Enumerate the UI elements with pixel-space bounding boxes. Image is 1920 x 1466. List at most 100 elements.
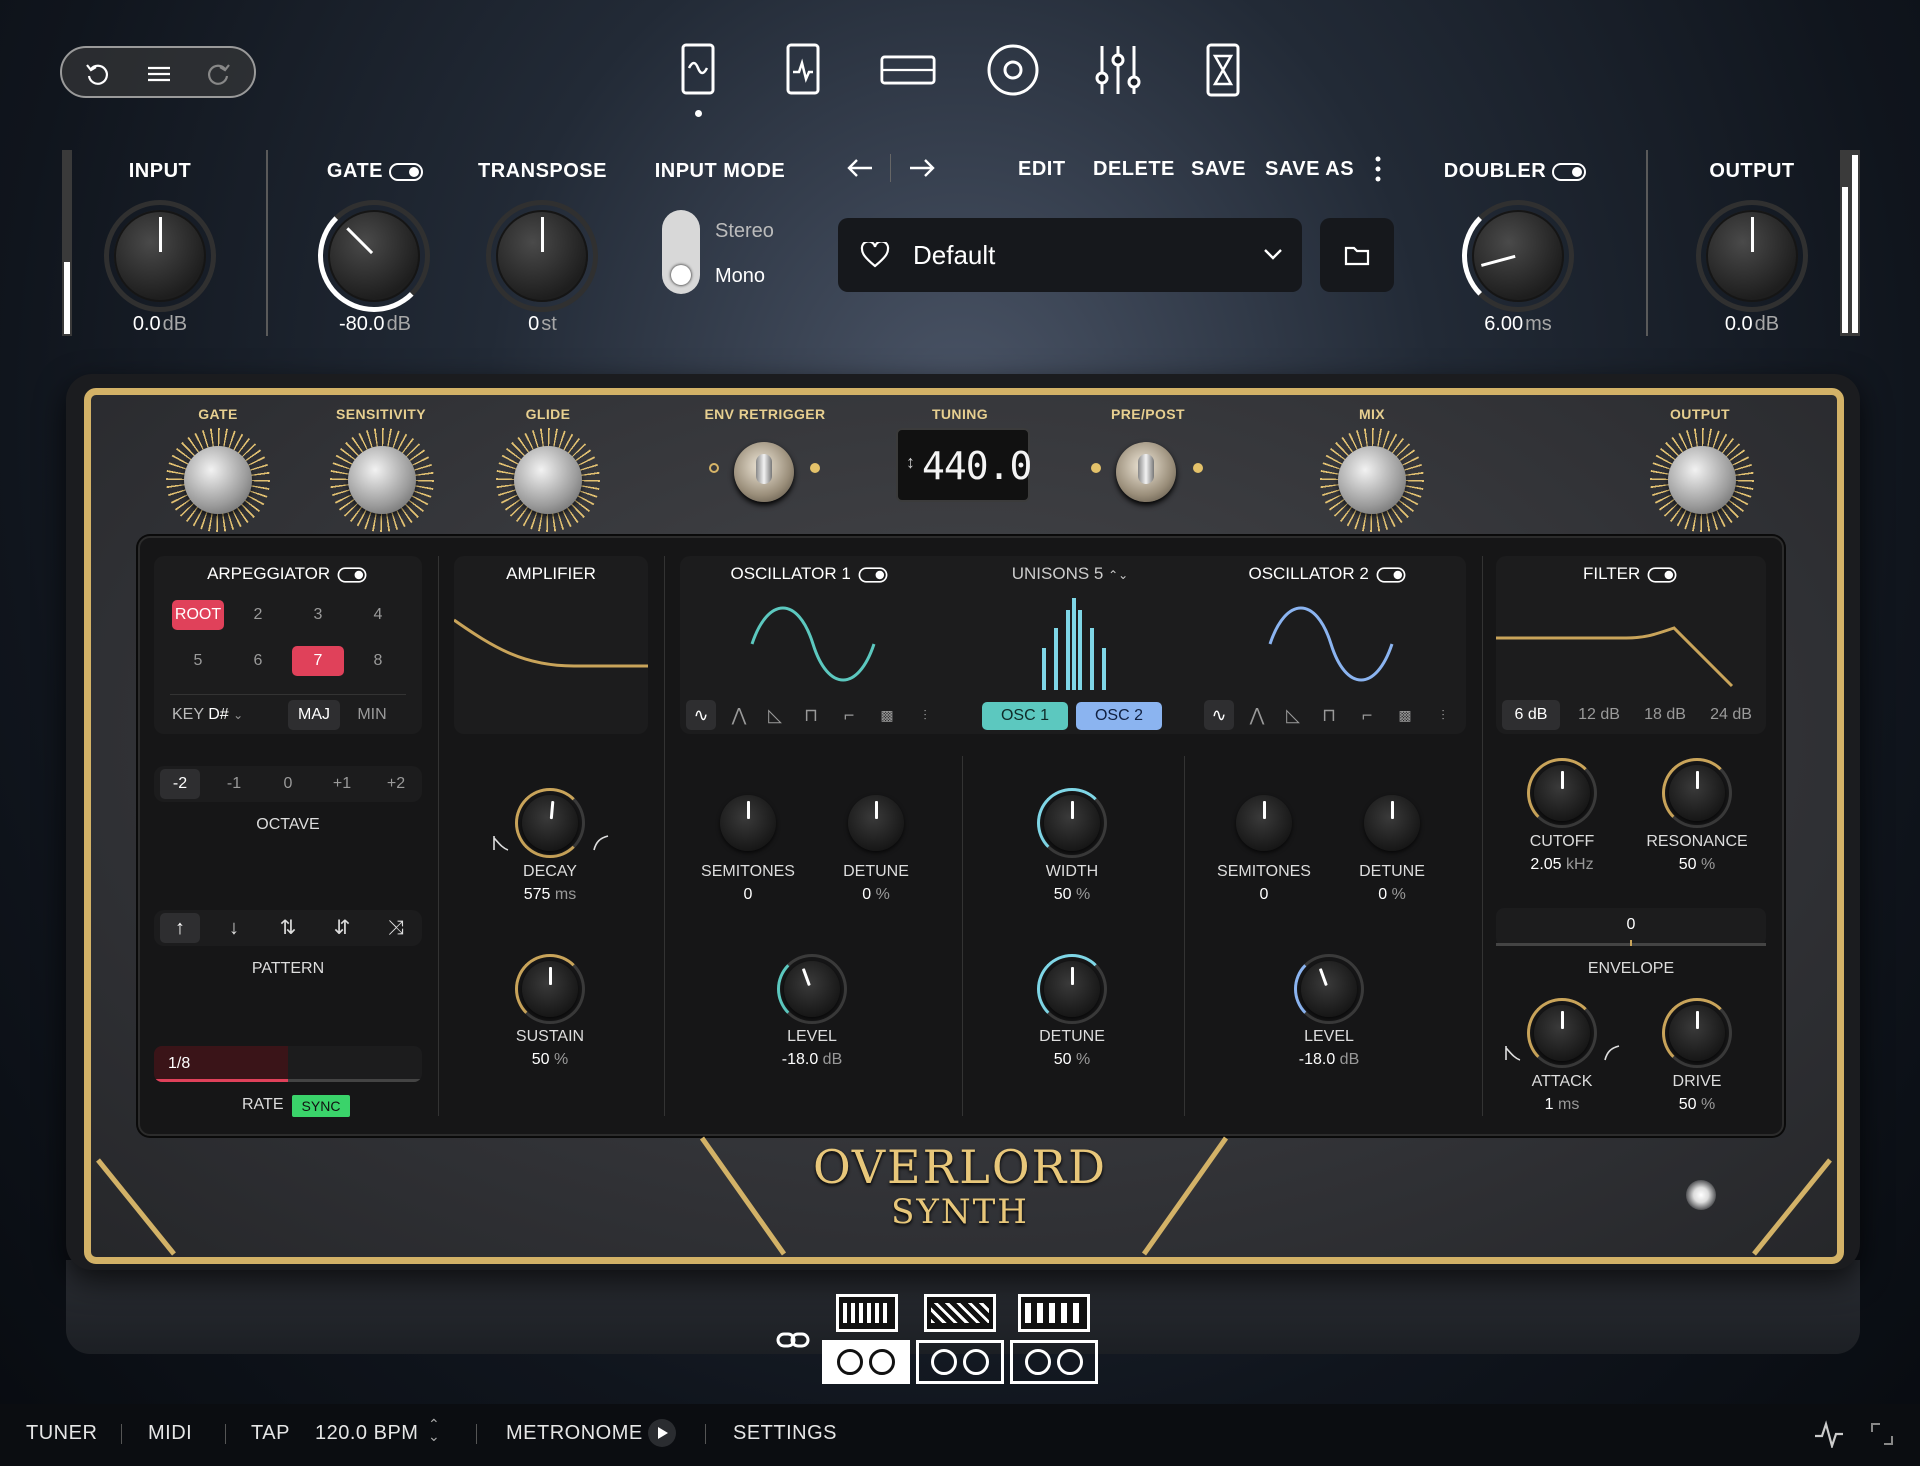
unison-tab-osc1[interactable]: OSC 1 [982, 702, 1068, 730]
settings-button[interactable]: SETTINGS [733, 1422, 837, 1445]
chain-slot-3[interactable] [1010, 1294, 1098, 1384]
preset-selector[interactable]: Default [838, 218, 1302, 292]
sustain-knob[interactable] [522, 961, 578, 1017]
pre-post-switch[interactable] [1116, 442, 1176, 502]
rate-slider[interactable]: 1/8 [154, 1046, 422, 1082]
arp-step-4[interactable]: 4 [358, 600, 398, 630]
osc1-level-knob[interactable] [784, 961, 840, 1017]
osc1-digital-icon[interactable]: ⫶ [910, 700, 940, 730]
env-retrigger-switch[interactable] [734, 442, 794, 502]
osc1-triangle-icon[interactable]: ⋀ [724, 700, 754, 730]
octave-0[interactable]: 0 [268, 769, 308, 799]
resize-icon[interactable] [1870, 1422, 1894, 1446]
doubler-toggle[interactable] [1552, 162, 1587, 181]
osc1-semitones-knob[interactable] [720, 795, 776, 851]
osc1-toggle[interactable] [858, 566, 887, 583]
key-selector[interactable]: KEY D# ⌄ [172, 706, 243, 724]
bpm-stepper-icon[interactable]: ⌃ ⌄ [428, 1417, 440, 1443]
unison-header[interactable]: UNISONS 5 ⌃⌄ [990, 564, 1150, 584]
decay-knob[interactable] [522, 795, 578, 851]
tuner-button[interactable]: TUNER [26, 1422, 97, 1445]
arp-step-root[interactable]: ROOT [172, 600, 224, 630]
timer-icon[interactable] [1195, 42, 1251, 98]
osc2-semitones-knob[interactable] [1236, 795, 1292, 851]
filter-toggle[interactable] [1647, 566, 1677, 583]
osc2-noise-icon[interactable]: ▩ [1390, 700, 1420, 730]
speaker-icon[interactable] [985, 42, 1041, 98]
osc2-square-icon[interactable]: ⊓ [1314, 700, 1344, 730]
osc1-pulse-icon[interactable]: ⌐ [834, 700, 864, 730]
gate-toggle[interactable] [389, 162, 424, 181]
filter-slope-18db[interactable]: 18 dB [1634, 700, 1696, 730]
osc1-square-icon[interactable]: ⊓ [796, 700, 826, 730]
chain-slot-1[interactable] [822, 1294, 910, 1384]
mixer-icon[interactable] [1090, 42, 1146, 98]
next-preset-icon[interactable] [908, 156, 936, 180]
transpose-knob[interactable] [496, 210, 588, 302]
pedal-icon[interactable] [775, 42, 831, 98]
pattern-up-icon[interactable]: ↑ [160, 913, 200, 943]
unison-width-knob[interactable] [1044, 795, 1100, 851]
more-options-icon[interactable] [1372, 154, 1384, 184]
arp-step-8[interactable]: 8 [358, 646, 398, 676]
attack-knob[interactable] [1534, 1005, 1590, 1061]
input-knob[interactable] [114, 210, 206, 302]
activity-icon[interactable] [1814, 1420, 1844, 1448]
filter-slope-12db[interactable]: 12 dB [1568, 700, 1630, 730]
link-icon[interactable] [776, 1328, 810, 1352]
save-as-button[interactable]: SAVE AS [1265, 158, 1354, 181]
arp-toggle[interactable] [337, 566, 367, 583]
undo-icon[interactable] [84, 61, 110, 87]
octave-plus1[interactable]: +1 [322, 769, 362, 799]
arp-step-7[interactable]: 7 [292, 646, 344, 676]
amp-icon[interactable] [670, 42, 726, 98]
osc1-detune-knob[interactable] [848, 795, 904, 851]
favorite-heart-icon[interactable] [860, 242, 890, 268]
envelope-slider[interactable]: 0 [1496, 908, 1766, 946]
osc2-pulse-icon[interactable]: ⌐ [1352, 700, 1382, 730]
edit-button[interactable]: EDIT [1018, 158, 1066, 181]
osc2-triangle-icon[interactable]: ⋀ [1242, 700, 1272, 730]
metronome-play-button[interactable] [648, 1419, 676, 1447]
rack-icon[interactable] [880, 42, 936, 98]
arp-step-2[interactable]: 2 [238, 600, 278, 630]
preset-folder-button[interactable] [1320, 218, 1394, 292]
redo-icon[interactable] [206, 61, 232, 87]
scale-maj[interactable]: MAJ [288, 700, 340, 730]
input-mode-switch[interactable] [662, 210, 700, 294]
delete-button[interactable]: DELETE [1093, 158, 1175, 181]
sync-button[interactable]: SYNC [292, 1095, 350, 1117]
save-button[interactable]: SAVE [1191, 158, 1246, 181]
midi-button[interactable]: MIDI [148, 1422, 192, 1445]
pedal-sensitivity-knob[interactable] [330, 428, 434, 532]
pedal-mix-knob[interactable] [1320, 428, 1424, 532]
osc2-detune-knob[interactable] [1364, 795, 1420, 851]
scale-min[interactable]: MIN [346, 700, 398, 730]
cutoff-knob[interactable] [1534, 765, 1590, 821]
chain-slot-2[interactable] [916, 1294, 1004, 1384]
arp-step-3[interactable]: 3 [298, 600, 338, 630]
arp-step-5[interactable]: 5 [178, 646, 218, 676]
output-knob[interactable] [1706, 210, 1798, 302]
filter-slope-24db[interactable]: 24 dB [1700, 700, 1762, 730]
octave-plus2[interactable]: +2 [376, 769, 416, 799]
osc1-saw-icon[interactable]: ◺ [760, 700, 790, 730]
pedal-output-knob[interactable] [1650, 428, 1754, 532]
filter-slope-6db[interactable]: 6 dB [1502, 700, 1560, 730]
pattern-random-icon[interactable]: ⤨ [376, 913, 416, 943]
bpm-value[interactable]: 120.0 BPM [315, 1422, 418, 1445]
doubler-knob[interactable] [1472, 210, 1564, 302]
pedal-gate-knob[interactable] [166, 428, 270, 532]
osc2-saw-icon[interactable]: ◺ [1278, 700, 1308, 730]
input-mode-stereo[interactable]: Stereo [715, 220, 774, 243]
arp-step-6[interactable]: 6 [238, 646, 278, 676]
osc2-digital-icon[interactable]: ⫶ [1428, 700, 1458, 730]
pedal-glide-knob[interactable] [496, 428, 600, 532]
octave-minus1[interactable]: -1 [214, 769, 254, 799]
octave-minus2[interactable]: -2 [160, 769, 200, 799]
osc2-toggle[interactable] [1376, 566, 1405, 583]
drive-knob[interactable] [1669, 1005, 1725, 1061]
pattern-down-up-icon[interactable]: ⇵ [322, 913, 362, 943]
resonance-knob[interactable] [1669, 765, 1725, 821]
osc1-sine-icon[interactable]: ∿ [686, 700, 716, 730]
